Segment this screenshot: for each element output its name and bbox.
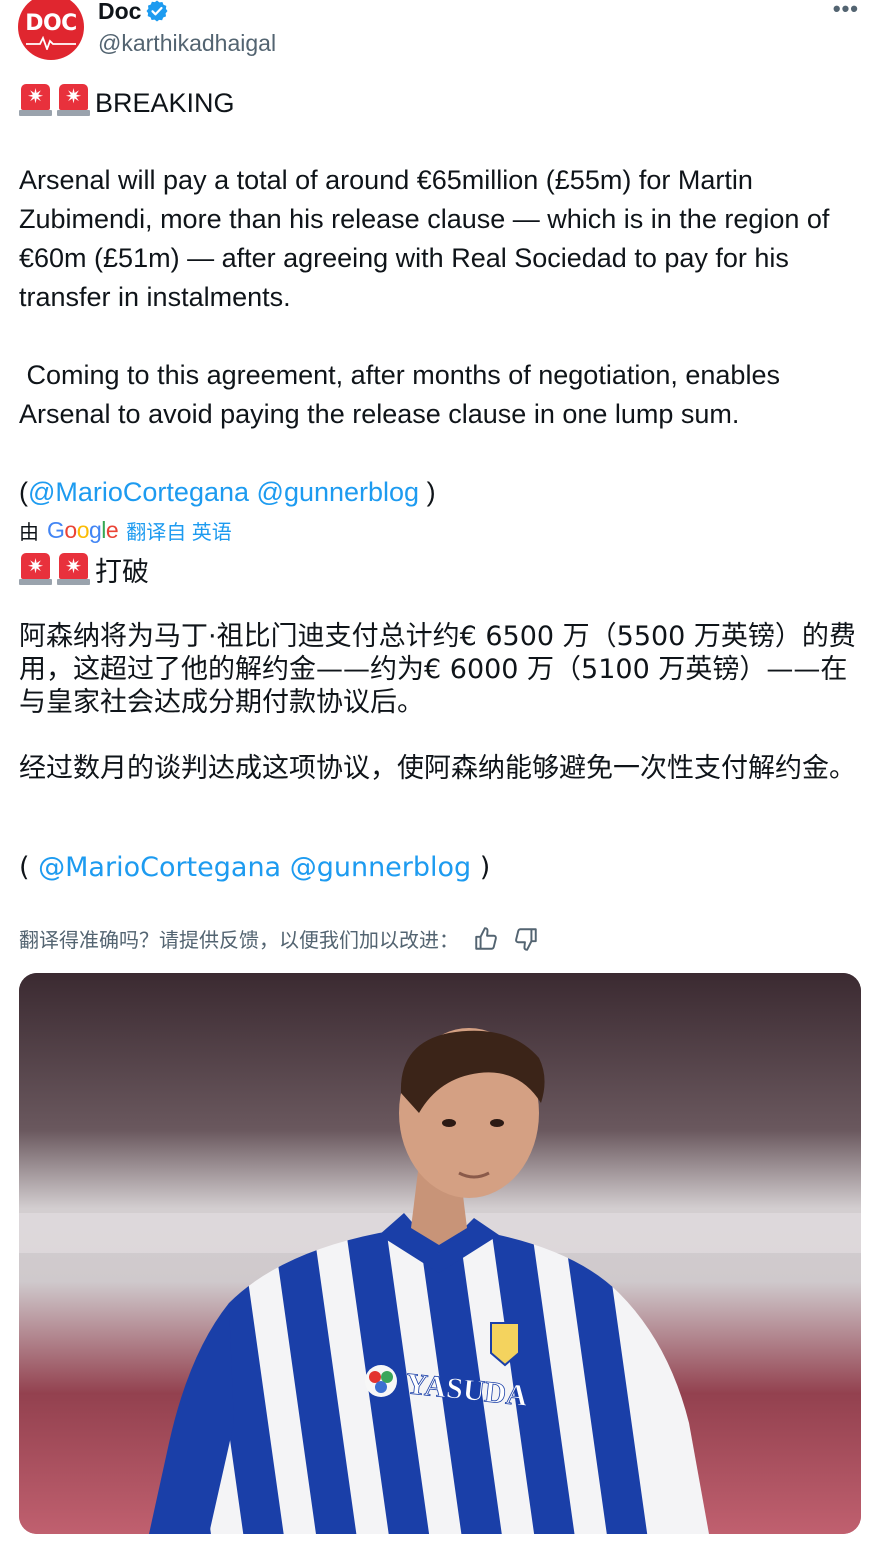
tweet-headline: BREAKING bbox=[95, 88, 235, 118]
avatar-logo-text: DOC bbox=[25, 10, 77, 36]
feedback-prompt: 翻译得准确吗？请提供反馈，以便我们加以改进： bbox=[19, 928, 459, 952]
author-handle[interactable]: @karthikadhaigal bbox=[98, 30, 276, 57]
mention-mariocortegana[interactable]: @MarioCortegana bbox=[38, 852, 281, 883]
author-name-row[interactable]: Doc bbox=[98, 0, 169, 26]
google-logo: Google bbox=[47, 517, 119, 543]
translation-paragraph-2: 经过数月的谈判达成这项协议，使阿森纳能够避免一次性支付解约金。 bbox=[19, 753, 856, 784]
mention-gunnerblog[interactable]: @gunnerblog bbox=[257, 477, 420, 507]
tweet-credits: (@MarioCortegana @gunnerblog ) bbox=[19, 473, 864, 512]
more-options-button[interactable]: ••• bbox=[833, 0, 859, 20]
tweet-photo[interactable]: YASUDA bbox=[19, 973, 861, 1534]
translation-attribution: 由 Google 翻译自 英语 bbox=[19, 516, 232, 545]
translation-credits: ( @MarioCortegana @gunnerblog ) bbox=[19, 852, 491, 883]
siren-icon bbox=[19, 84, 52, 116]
translated-from-link[interactable]: 翻译自 英语 bbox=[126, 516, 232, 545]
siren-icon bbox=[57, 553, 90, 585]
siren-icon bbox=[19, 553, 52, 585]
verified-badge-icon bbox=[146, 0, 168, 22]
mention-mariocortegana[interactable]: @MarioCortegana bbox=[28, 477, 249, 507]
translation-headline-row: 打破 bbox=[19, 553, 864, 591]
thumbs-down-icon[interactable] bbox=[513, 926, 539, 952]
credit-close-paren: ) bbox=[419, 477, 436, 507]
tweet-paragraph-1: Arsenal will pay a total of around €65mi… bbox=[19, 165, 837, 312]
translation-feedback: 翻译得准确吗？请提供反馈，以便我们加以改进： bbox=[19, 924, 539, 953]
tweet-headline-row: BREAKING bbox=[19, 84, 864, 123]
siren-icon bbox=[57, 84, 90, 116]
tweet-paragraph-2: Coming to this agreement, after months o… bbox=[19, 360, 786, 429]
mention-gunnerblog[interactable]: @gunnerblog bbox=[290, 852, 472, 883]
thumbs-up-icon[interactable] bbox=[473, 926, 499, 952]
author-name[interactable]: Doc bbox=[98, 0, 141, 26]
credit-open-paren: ( bbox=[19, 477, 28, 507]
translated-by-label: 由 bbox=[19, 522, 39, 544]
player-photo-illustration: YASUDA bbox=[19, 973, 861, 1534]
translation-paragraph-1: 阿森纳将为马丁·祖比门迪支付总计约€ 6500 万（5500 万英镑）的费用，这… bbox=[19, 621, 856, 718]
heartbeat-icon bbox=[26, 35, 76, 50]
avatar[interactable]: DOC bbox=[18, 0, 84, 60]
translation-headline: 打破 bbox=[95, 557, 149, 588]
